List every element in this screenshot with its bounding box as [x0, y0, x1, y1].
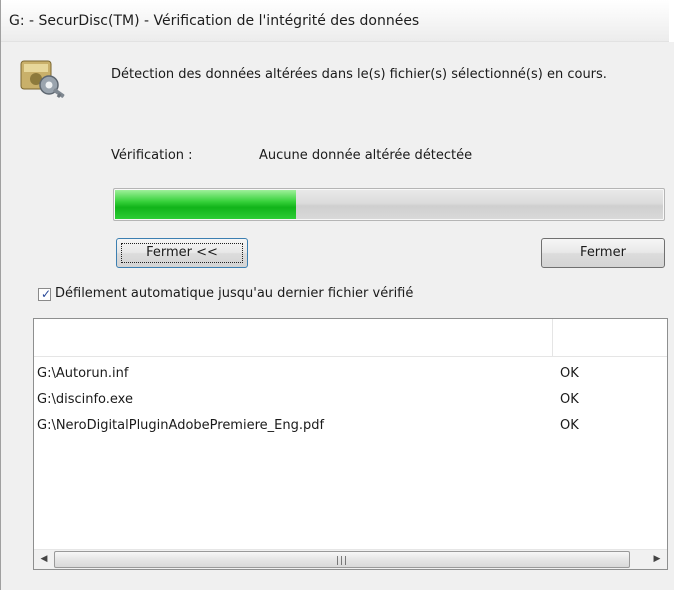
scroll-thumb[interactable]: |||: [54, 551, 630, 568]
file-path: G:\discinfo.exe: [37, 392, 133, 407]
window-title: G: - SecurDisc(TM) - Vérification de l'i…: [9, 13, 420, 29]
file-path: G:\Autorun.inf: [37, 366, 129, 381]
file-status: OK: [560, 366, 579, 381]
file-status: OK: [560, 392, 579, 407]
file-path: G:\NeroDigitalPluginAdobePremiere_Eng.pd…: [37, 418, 325, 433]
file-status: OK: [560, 418, 579, 433]
auto-scroll-checkbox[interactable]: ✓: [38, 287, 52, 301]
securdisc-key-icon: [20, 60, 65, 98]
title-bar[interactable]: G: - SecurDisc(TM) - Vérification de l'i…: [1, 0, 674, 42]
verification-dialog: G: - SecurDisc(TM) - Vérification de l'i…: [0, 0, 674, 590]
verified-files-list[interactable]: G:\Autorun.inf OK G:\discinfo.exe OK G:\…: [33, 318, 668, 570]
scroll-grip-icon: |||: [335, 556, 349, 566]
checkmark-icon: ✓: [41, 287, 52, 301]
list-row[interactable]: G:\discinfo.exe OK: [34, 389, 667, 413]
close-details-button-label: Fermer <<: [146, 245, 218, 260]
close-button[interactable]: Fermer: [541, 238, 665, 268]
title-bar-edge: [669, 0, 674, 42]
progress-bar-fill: [115, 190, 296, 219]
horizontal-scrollbar[interactable]: ◀ ||| ▶: [34, 549, 667, 569]
auto-scroll-label[interactable]: Défilement automatique jusqu'au dernier …: [55, 286, 413, 301]
status-message: Détection des données altérées dans le(s…: [111, 67, 607, 82]
scroll-left-arrow-icon[interactable]: ◀: [34, 550, 54, 569]
column-separator[interactable]: [552, 319, 553, 357]
scroll-right-arrow-icon[interactable]: ▶: [647, 550, 667, 569]
verification-status-value: Aucune donnée altérée détectée: [259, 148, 473, 163]
close-details-button[interactable]: Fermer <<: [116, 238, 248, 268]
list-row[interactable]: G:\NeroDigitalPluginAdobePremiere_Eng.pd…: [34, 415, 667, 439]
list-row[interactable]: G:\Autorun.inf OK: [34, 363, 667, 387]
verification-label: Vérification :: [111, 148, 193, 163]
list-header[interactable]: [34, 319, 667, 357]
progress-bar: [113, 188, 665, 221]
